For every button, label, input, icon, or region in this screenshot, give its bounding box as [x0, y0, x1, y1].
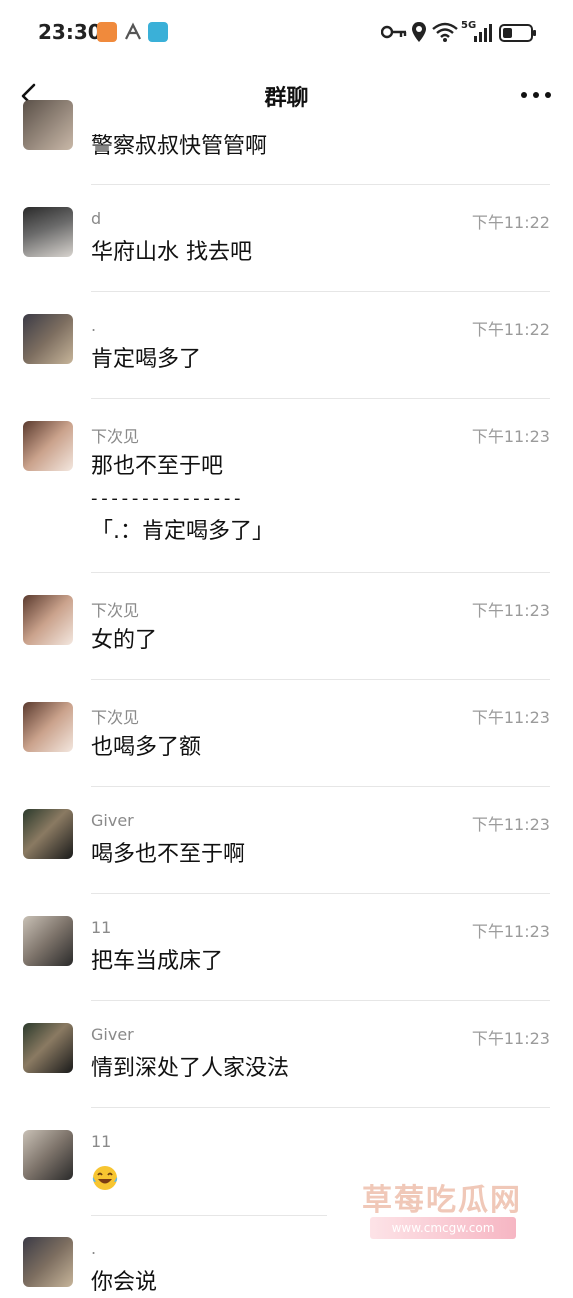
message-text: 警察叔叔快管管啊 — [91, 134, 268, 159]
battery-icon — [499, 24, 536, 42]
message-divider — [91, 679, 550, 680]
page-title: 群聊 — [264, 86, 309, 111]
message-divider — [91, 184, 550, 185]
sender-name: 11 — [91, 1132, 112, 1151]
avatar[interactable] — [23, 595, 73, 645]
message-time: 下午11:23 — [471, 1029, 550, 1048]
message-text: 肯定喝多了 — [91, 347, 202, 372]
avatar[interactable] — [23, 809, 73, 859]
message-text: 那也不至于吧 — [91, 454, 224, 479]
message-divider — [91, 786, 550, 787]
message-text: 你会说 — [91, 1270, 158, 1295]
sender-name: Giver — [91, 811, 134, 830]
message-text: 华府山水 找去吧 — [91, 240, 252, 265]
sender-name: 11 — [91, 918, 112, 937]
quote-separator: - - - - - - - - - - - - - - - — [91, 488, 241, 509]
message-divider — [91, 572, 550, 573]
notification-app-icon — [97, 22, 117, 42]
message-time: 下午11:22 — [471, 320, 550, 339]
signal-icon — [474, 24, 492, 42]
wifi-icon — [432, 22, 458, 42]
key-icon — [381, 25, 407, 39]
avatar[interactable] — [23, 916, 73, 966]
message-divider — [91, 893, 550, 894]
font-icon — [125, 22, 141, 40]
watermark-title: 草莓吃瓜网 — [362, 1183, 522, 1218]
reader-app-icon — [148, 22, 168, 42]
sender-name: . — [91, 1239, 97, 1258]
message-time: 下午11:23 — [471, 427, 550, 446]
sender-name: d — [91, 209, 102, 228]
avatar[interactable] — [23, 100, 73, 150]
message-text: 喝多也不至于啊 — [91, 842, 246, 867]
watermark-url: www.cmcgw.com — [370, 1217, 516, 1239]
avatar[interactable] — [23, 207, 73, 257]
more-dots-icon[interactable] — [521, 92, 551, 100]
avatar[interactable] — [23, 1130, 73, 1180]
message-divider — [91, 1107, 550, 1108]
message-time: 下午11:23 — [471, 922, 550, 941]
quoted-message[interactable]: 「.：肯定喝多了」 — [91, 517, 274, 547]
message-time: 下午11:23 — [471, 815, 550, 834]
message-divider — [91, 1215, 327, 1216]
avatar[interactable] — [23, 421, 73, 471]
sender-name: . — [91, 316, 97, 335]
message-time: 下午11:23 — [471, 601, 550, 620]
sender-name: 下次见 — [91, 427, 140, 446]
location-icon — [412, 22, 426, 42]
message-text: 也喝多了额 — [91, 735, 202, 760]
chat-header: 群聊 — [0, 66, 573, 128]
avatar[interactable] — [23, 702, 73, 752]
message-divider — [91, 1000, 550, 1001]
avatar[interactable] — [23, 314, 73, 364]
message-time: 下午11:22 — [471, 213, 550, 232]
avatar[interactable] — [23, 1023, 73, 1073]
message-divider — [91, 398, 550, 399]
sender-name: Giver — [91, 1025, 134, 1044]
status-bar: 23:30 5G — [0, 0, 573, 66]
sender-name: 下次见 — [91, 601, 140, 620]
message-time: 下午11:23 — [471, 708, 550, 727]
status-time: 23:30 — [38, 20, 102, 44]
sender-name: 下次见 — [91, 708, 140, 727]
message-text: 把车当成床了 — [91, 949, 224, 974]
message-divider — [91, 291, 550, 292]
laughing-tears-emoji — [92, 1166, 118, 1190]
message-text: 女的了 — [91, 628, 158, 653]
message-text: 情到深处了人家没法 — [91, 1056, 290, 1081]
